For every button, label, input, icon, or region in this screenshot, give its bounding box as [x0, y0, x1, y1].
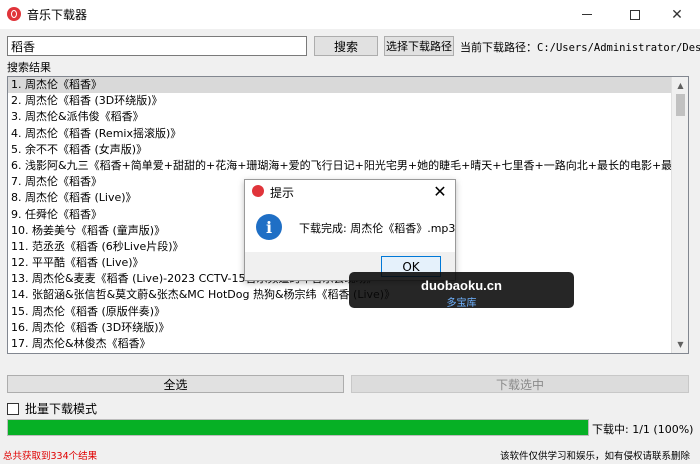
- list-item[interactable]: 6. 浅影阿&九三《稻香+简单爱+甜甜的+花海+珊瑚海+爱的飞行日记+阳光宅男+…: [8, 158, 688, 174]
- download-progress-bar: [7, 419, 589, 436]
- music-note-icon: [252, 185, 264, 197]
- download-path-label: 当前下载路径：: [460, 41, 537, 54]
- batch-mode-toggle[interactable]: 批量下载模式: [7, 400, 97, 417]
- list-item[interactable]: 14. 张韶涵&张信哲&莫文蔚&张杰&MC HotDog 热狗&杨宗纬《稻香 (…: [8, 287, 688, 303]
- results-scrollbar[interactable]: ▲ ▼: [671, 77, 688, 353]
- info-icon: i: [256, 214, 282, 240]
- list-item[interactable]: 17. 周杰伦&林俊杰《稻香》: [8, 336, 688, 352]
- list-item[interactable]: 16. 周杰伦《稻香 (3D环绕版)》: [8, 320, 688, 336]
- download-selected-button[interactable]: 下载选中: [351, 375, 689, 393]
- search-button[interactable]: 搜索: [314, 36, 378, 56]
- result-count-status: 总共获取到334个结果: [3, 451, 98, 462]
- completion-dialog: 提示 ✕ i 下载完成: 周杰伦《稻香》.mp3 OK: [244, 179, 456, 281]
- maximize-button[interactable]: [612, 0, 658, 29]
- batch-mode-checkbox[interactable]: [7, 402, 19, 415]
- scroll-thumb[interactable]: [676, 94, 685, 116]
- close-button[interactable]: ✕: [654, 0, 700, 29]
- minimize-button[interactable]: [564, 0, 610, 29]
- list-item[interactable]: 3. 周杰伦&派伟俊《稻香》: [8, 109, 688, 125]
- title-bar: 音乐下载器 ✕: [0, 0, 700, 29]
- watermark-subtitle: 多宝库: [446, 298, 477, 309]
- search-input[interactable]: [7, 36, 307, 56]
- disclaimer-text: 该软件仅供学习和娱乐，如有侵权请联系删除: [499, 451, 690, 462]
- list-item[interactable]: 1. 周杰伦《稻香》: [8, 77, 688, 94]
- list-item[interactable]: 2. 周杰伦《稻香 (3D环绕版)》: [8, 93, 688, 109]
- music-note-icon: [7, 7, 21, 21]
- progress-fill: [8, 420, 588, 435]
- watermark-domain: duobaoku.cn: [421, 278, 502, 293]
- close-icon: ✕: [671, 6, 683, 23]
- choose-path-button[interactable]: 选择下载路径: [384, 36, 454, 56]
- maximize-icon: [630, 9, 640, 20]
- window-title: 音乐下载器: [27, 8, 88, 22]
- download-path-value: C:/Users/Administrator/Desktop: [537, 42, 700, 54]
- scroll-down-icon[interactable]: ▼: [672, 336, 688, 353]
- batch-mode-label: 批量下载模式: [25, 402, 98, 416]
- scroll-up-icon[interactable]: ▲: [672, 77, 688, 94]
- list-item[interactable]: 15. 周杰伦《稻香 (原版伴奏)》: [8, 304, 688, 320]
- dialog-title: 提示: [270, 186, 295, 200]
- dialog-message: 下载完成: 周杰伦《稻香》.mp3: [299, 222, 456, 235]
- results-label: 搜索结果: [7, 61, 51, 74]
- select-all-button[interactable]: 全选: [7, 375, 344, 393]
- list-item[interactable]: 5. 余不不《稻香 (女声版)》: [8, 142, 688, 158]
- download-path-display: 当前下载路径：C:/Users/Administrator/Desktop: [460, 39, 700, 55]
- watermark-overlay: duobaoku.cn 多宝库: [349, 272, 574, 309]
- minimize-icon: [582, 14, 592, 15]
- dialog-title-bar: 提示 ✕: [245, 180, 455, 202]
- list-item[interactable]: 4. 周杰伦《稻香 (Remix摇滚版)》: [8, 126, 688, 142]
- progress-text: 下载中: 1/1 (100%): [592, 423, 694, 436]
- close-icon[interactable]: ✕: [431, 181, 449, 201]
